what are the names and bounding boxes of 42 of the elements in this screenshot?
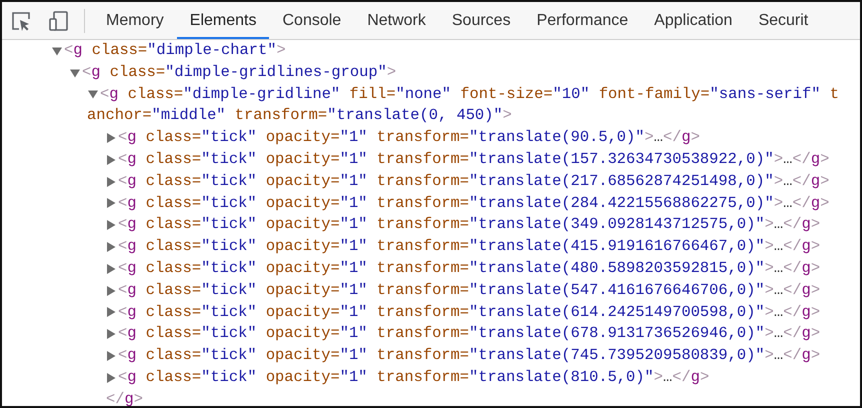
- code-line: <g class="tick" opacity="1" transform="translate(157.32634730538922,0)">…</g>: [118, 148, 830, 170]
- code-line: <g class="dimple-gridlines-group">: [82, 62, 396, 83]
- code-line: <g class="tick" opacity="1" transform="translate(678.9131736526946,0)">…</g>: [118, 323, 820, 344]
- code-line: <g class="tick" opacity="1" transform="translate(284.42215568862275,0)">…</g>: [118, 192, 830, 214]
- collapsed-triangle-icon[interactable]: [106, 176, 116, 187]
- collapsed-triangle-icon[interactable]: [106, 307, 116, 318]
- panel-tab[interactable]: Elements: [176, 2, 270, 39]
- code-line: <g class="tick" opacity="1" transform="translate(90.5,0)">…</g>: [118, 127, 700, 148]
- device-toolbar-icon[interactable]: [48, 10, 70, 32]
- code-line: <g class="tick" opacity="1" transform="translate(547.4161676646706,0)">…</g>: [118, 280, 820, 301]
- collapsed-triangle-icon[interactable]: [106, 242, 116, 252]
- collapsed-triangle-icon[interactable]: [106, 220, 116, 230]
- panel-tab[interactable]: Application: [641, 2, 746, 39]
- code-line: <g class="dimple-gridline" fill="none" font-size="10" font-family="sans-serif" t: [100, 84, 839, 105]
- code-line: <g class="tick" opacity="1" transform="translate(480.5898203592815,0)">…</g>: [118, 258, 820, 279]
- panel-tab[interactable]: Sources: [438, 2, 524, 39]
- collapsed-triangle-icon[interactable]: [106, 133, 116, 144]
- code-line: anchor="middle" transform="translate(0, 450)">: [87, 105, 512, 126]
- expanded-triangle-icon[interactable]: [88, 89, 98, 100]
- code-line: <g class="dimple-chart">: [64, 40, 286, 61]
- code-line: <g class="tick" opacity="1" transform="translate(745.7395209580839,0)">…</g>: [118, 345, 820, 366]
- code-line: <g class="tick" opacity="1" transform="translate(349.0928143712575,0)">…</g>: [118, 214, 820, 236]
- expanded-triangle-icon[interactable]: [52, 46, 62, 56]
- panel-tab[interactable]: Securit: [745, 2, 822, 39]
- panel-tab[interactable]: Performance: [524, 2, 642, 39]
- collapsed-triangle-icon[interactable]: [106, 198, 116, 208]
- panel-tab[interactable]: Network: [354, 2, 439, 39]
- code-line: <g class="tick" opacity="1" transform="translate(614.2425149700598,0)">…</g>: [118, 302, 820, 323]
- code-line: </g>: [106, 388, 143, 406]
- collapsed-triangle-icon[interactable]: [106, 351, 116, 362]
- expanded-triangle-icon[interactable]: [70, 68, 80, 78]
- code-line: <g class="tick" opacity="1" transform="translate(217.68562874251498,0)">…</g>: [118, 170, 830, 192]
- collapsed-triangle-icon[interactable]: [106, 154, 116, 165]
- collapsed-triangle-icon[interactable]: [106, 372, 116, 383]
- code-line: <g class="tick" opacity="1" transform="translate(415.9191616766467,0)">…</g>: [118, 236, 820, 258]
- collapsed-triangle-icon[interactable]: [106, 286, 116, 296]
- panel-tab[interactable]: Console: [269, 2, 354, 39]
- code-line: <g class="tick" opacity="1" transform="translate(810.5,0)">…</g>: [118, 366, 710, 388]
- collapsed-triangle-icon[interactable]: [106, 329, 116, 340]
- collapsed-triangle-icon[interactable]: [106, 264, 116, 274]
- inspect-element-icon[interactable]: [10, 10, 32, 32]
- panel-tab[interactable]: Memory: [93, 2, 177, 39]
